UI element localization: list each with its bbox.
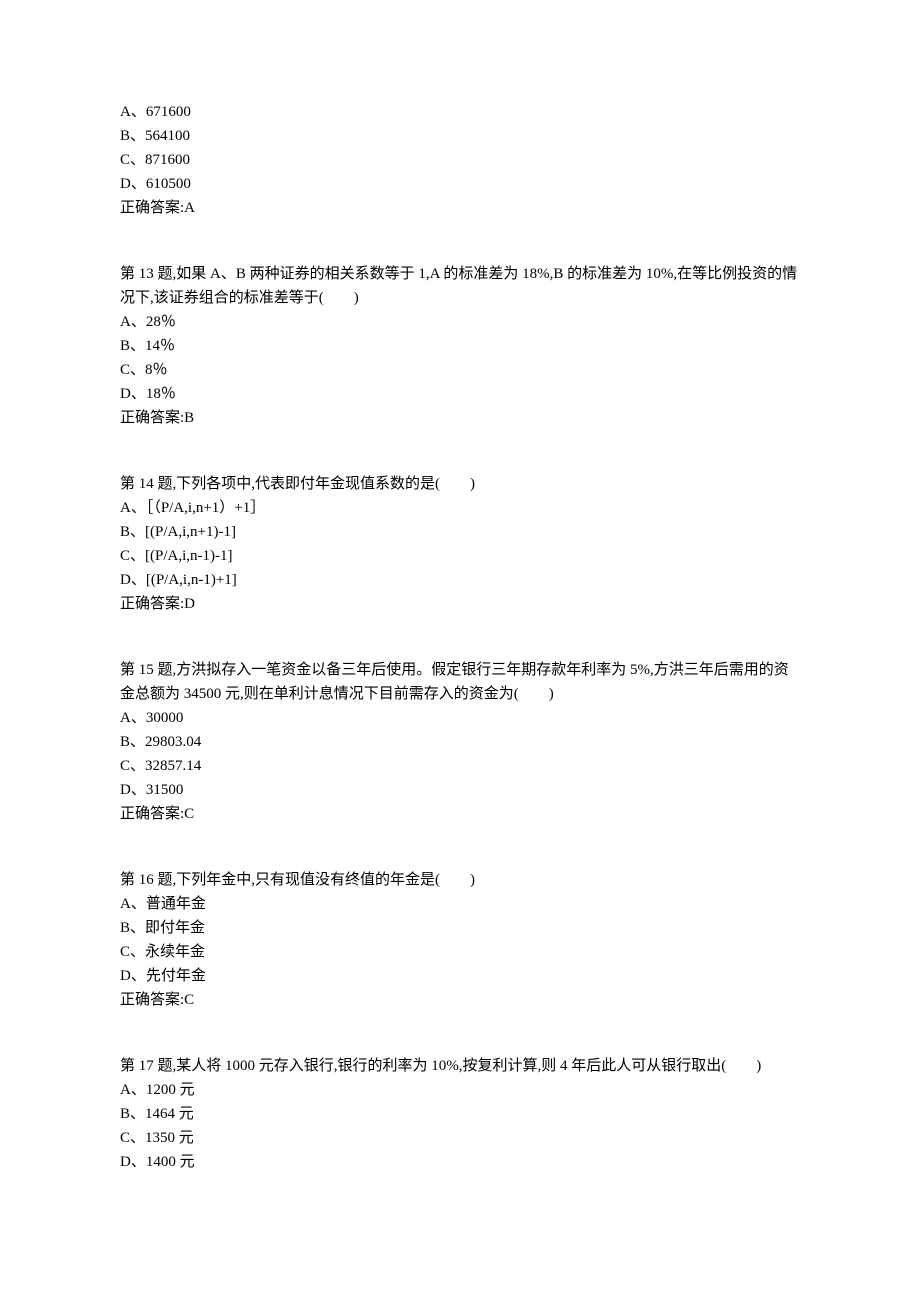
option-c: C、871600	[120, 148, 800, 172]
option-c: C、1350 元	[120, 1126, 800, 1150]
question-text: 第 13 题,如果 A、B 两种证券的相关系数等于 1,A 的标准差为 18%,…	[120, 262, 800, 310]
option-a: A、28％	[120, 310, 800, 334]
question-text: 第 17 题,某人将 1000 元存入银行,银行的利率为 10%,按复利计算,则…	[120, 1054, 800, 1078]
option-c: C、8％	[120, 358, 800, 382]
option-b: B、即付年金	[120, 916, 800, 940]
option-a: A、30000	[120, 706, 800, 730]
correct-answer: 正确答案:B	[120, 406, 800, 430]
question-17: 第 17 题,某人将 1000 元存入银行,银行的利率为 10%,按复利计算,则…	[120, 1054, 800, 1174]
question-16: 第 16 题,下列年金中,只有现值没有终值的年金是( ) A、普通年金 B、即付…	[120, 868, 800, 1012]
correct-answer: 正确答案:C	[120, 802, 800, 826]
option-b: B、[(P/A,i,n+1)-1]	[120, 520, 800, 544]
option-c: C、32857.14	[120, 754, 800, 778]
question-text: 第 15 题,方洪拟存入一笔资金以备三年后使用。假定银行三年期存款年利率为 5%…	[120, 658, 800, 706]
question-14: 第 14 题,下列各项中,代表即付年金现值系数的是( ) A、［（P/A,i,n…	[120, 472, 800, 616]
correct-answer: 正确答案:A	[120, 196, 800, 220]
question-text: 第 14 题,下列各项中,代表即付年金现值系数的是( )	[120, 472, 800, 496]
correct-answer: 正确答案:C	[120, 988, 800, 1012]
option-d: D、1400 元	[120, 1150, 800, 1174]
option-a: A、671600	[120, 100, 800, 124]
option-d: D、[(P/A,i,n-1)+1]	[120, 568, 800, 592]
option-a: A、普通年金	[120, 892, 800, 916]
option-b: B、1464 元	[120, 1102, 800, 1126]
option-d: D、610500	[120, 172, 800, 196]
question-12-partial: A、671600 B、564100 C、871600 D、610500 正确答案…	[120, 100, 800, 220]
question-15: 第 15 题,方洪拟存入一笔资金以备三年后使用。假定银行三年期存款年利率为 5%…	[120, 658, 800, 826]
option-d: D、31500	[120, 778, 800, 802]
option-b: B、564100	[120, 124, 800, 148]
question-13: 第 13 题,如果 A、B 两种证券的相关系数等于 1,A 的标准差为 18%,…	[120, 262, 800, 430]
option-d: D、18％	[120, 382, 800, 406]
option-c: C、[(P/A,i,n-1)-1]	[120, 544, 800, 568]
option-b: B、29803.04	[120, 730, 800, 754]
option-d: D、先付年金	[120, 964, 800, 988]
option-c: C、永续年金	[120, 940, 800, 964]
option-a: A、［（P/A,i,n+1）+1］	[120, 496, 800, 520]
correct-answer: 正确答案:D	[120, 592, 800, 616]
question-text: 第 16 题,下列年金中,只有现值没有终值的年金是( )	[120, 868, 800, 892]
option-a: A、1200 元	[120, 1078, 800, 1102]
option-b: B、14％	[120, 334, 800, 358]
